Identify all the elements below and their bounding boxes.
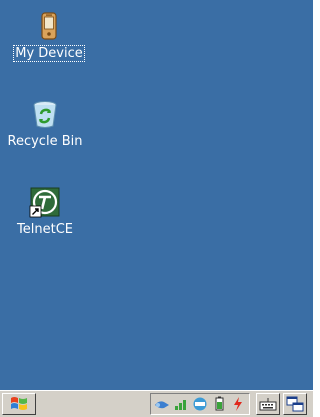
battery-icon[interactable] <box>210 396 228 412</box>
connectivity-icon[interactable] <box>191 396 209 412</box>
notification-tray <box>150 393 250 415</box>
start-button[interactable] <box>2 393 36 415</box>
keyboard-icon <box>259 398 277 411</box>
desktop-icon-label: Recycle Bin <box>7 134 83 149</box>
switch-windows-button[interactable] <box>283 393 307 415</box>
keyboard-button[interactable] <box>256 393 280 415</box>
power-icon[interactable] <box>229 396 247 412</box>
desktop-icon-label: My Device <box>13 45 85 62</box>
desktop-icon-label: TelnetCE <box>17 222 73 237</box>
telnetce-icon <box>29 187 60 218</box>
desktop-icon-telnetce[interactable]: TelnetCE <box>0 184 90 254</box>
switch-windows-icon <box>286 396 304 412</box>
recycle-bin-icon <box>33 101 57 128</box>
windows-flag-icon <box>11 397 27 410</box>
shortcut-arrow-icon <box>29 205 42 218</box>
taskbar <box>0 390 313 417</box>
signal-icon[interactable] <box>172 396 190 412</box>
my-device-icon <box>41 12 57 40</box>
desktop-icon-my-device[interactable]: My Device <box>4 8 94 78</box>
network-icon[interactable] <box>153 396 171 412</box>
desktop-icon-recycle-bin[interactable]: Recycle Bin <box>0 96 90 166</box>
desktop: My Device Recycle Bin TelnetCE <box>0 0 313 390</box>
